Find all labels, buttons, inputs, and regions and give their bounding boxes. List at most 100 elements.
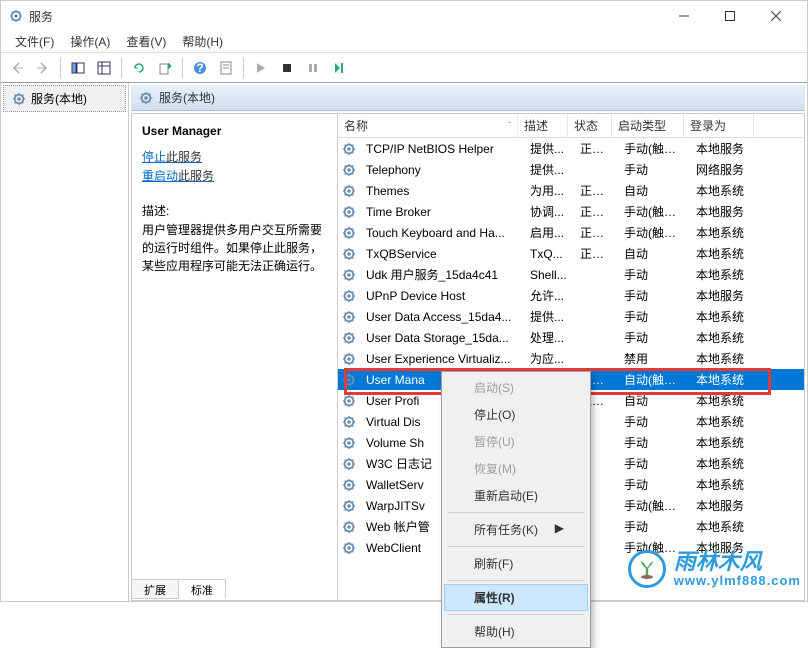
cell-logon: 本地系统 bbox=[690, 350, 760, 367]
pause-service-button[interactable] bbox=[301, 56, 325, 80]
forward-button[interactable] bbox=[31, 56, 55, 80]
table-row[interactable]: TCP/IP NetBIOS Helper提供...正在...手动(触发...本… bbox=[338, 138, 804, 159]
table-row[interactable]: User Experience Virtualiz...为应... 禁用本地系统 bbox=[338, 348, 804, 369]
back-button[interactable] bbox=[5, 56, 29, 80]
watermark-icon bbox=[628, 550, 666, 588]
cell-desc: 协调... bbox=[524, 203, 574, 220]
cell-startup: 手动 bbox=[618, 518, 690, 535]
menubar: 文件(F) 操作(A) 查看(V) 帮助(H) bbox=[1, 31, 807, 53]
start-service-button[interactable] bbox=[249, 56, 273, 80]
menu-view[interactable]: 查看(V) bbox=[118, 31, 174, 52]
cell-status: 正在... bbox=[574, 182, 618, 199]
table-row[interactable]: User Data Access_15da4...提供...手动本地系统 bbox=[338, 306, 804, 327]
gear-icon bbox=[342, 268, 356, 282]
sort-icon: ˇ bbox=[508, 121, 511, 130]
cell-startup: 手动(触发... bbox=[618, 497, 690, 514]
cell-logon: 本地系统 bbox=[690, 371, 760, 388]
cm-restart[interactable]: 重新启动(E) bbox=[444, 482, 588, 509]
cell-desc: 提供... bbox=[524, 308, 574, 325]
cell-startup: 手动 bbox=[618, 266, 690, 283]
gear-icon bbox=[342, 184, 356, 198]
col-desc[interactable]: 描述 bbox=[518, 114, 568, 137]
table-row[interactable]: UPnP Device Host允许...手动本地服务 bbox=[338, 285, 804, 306]
refresh-button[interactable] bbox=[127, 56, 151, 80]
cell-logon: 本地系统 bbox=[690, 518, 760, 535]
cm-resume: 恢复(M) bbox=[444, 455, 588, 482]
cm-start: 启动(S) bbox=[444, 374, 588, 401]
minimize-button[interactable] bbox=[661, 1, 707, 31]
table-row[interactable]: Telephony提供...手动网络服务 bbox=[338, 159, 804, 180]
content-header: 服务(本地) bbox=[131, 85, 805, 111]
table-row[interactable]: User Data Storage_15da...处理...手动本地系统 bbox=[338, 327, 804, 348]
cell-startup: 手动(触发... bbox=[618, 140, 690, 157]
cell-name: User Data Access_15da4... bbox=[360, 310, 524, 324]
cell-logon: 本地系统 bbox=[690, 266, 760, 283]
gear-icon bbox=[342, 163, 356, 177]
cell-startup: 手动 bbox=[618, 434, 690, 451]
desc-label: 描述: bbox=[142, 202, 327, 219]
col-logon[interactable]: 登录为 bbox=[684, 114, 754, 137]
cell-desc: 提供... bbox=[524, 140, 574, 157]
gear-icon bbox=[342, 478, 356, 492]
cm-help[interactable]: 帮助(H) bbox=[444, 618, 588, 645]
content-header-title: 服务(本地) bbox=[159, 89, 215, 106]
menu-help[interactable]: 帮助(H) bbox=[174, 31, 231, 52]
gear-icon bbox=[342, 394, 356, 408]
show-hide-tree-button[interactable] bbox=[66, 56, 90, 80]
help-button[interactable]: ? bbox=[188, 56, 212, 80]
cell-desc: 允许... bbox=[524, 287, 574, 304]
stop-service-link[interactable]: 停止此服务 bbox=[142, 148, 327, 167]
cell-desc: 提供... bbox=[524, 161, 574, 178]
menu-action[interactable]: 操作(A) bbox=[62, 31, 118, 52]
cell-name: User Experience Virtualiz... bbox=[360, 352, 524, 366]
cell-startup: 手动 bbox=[618, 455, 690, 472]
cell-desc: 为应... bbox=[524, 350, 574, 367]
cell-logon: 本地服务 bbox=[690, 287, 760, 304]
menu-file[interactable]: 文件(F) bbox=[7, 31, 62, 52]
table-row[interactable]: TxQBServiceTxQ...正在...自动本地系统 bbox=[338, 243, 804, 264]
cell-startup: 禁用 bbox=[618, 350, 690, 367]
cell-startup: 自动(触发... bbox=[618, 371, 690, 388]
cell-logon: 本地系统 bbox=[690, 182, 760, 199]
restart-service-link[interactable]: 重启动此服务 bbox=[142, 167, 327, 186]
col-name[interactable]: 名称ˇ bbox=[338, 114, 518, 137]
gear-icon bbox=[342, 373, 356, 387]
gear-icon bbox=[342, 457, 356, 471]
restart-service-button[interactable] bbox=[327, 56, 351, 80]
properties-button[interactable] bbox=[214, 56, 238, 80]
watermark-title: 雨林木风 bbox=[674, 551, 801, 573]
table-header: 名称ˇ 描述 状态 启动类型 登录为 bbox=[338, 114, 804, 138]
cell-logon: 本地系统 bbox=[690, 413, 760, 430]
details-button[interactable] bbox=[92, 56, 116, 80]
table-row[interactable]: Touch Keyboard and Ha...启用...正在...手动(触发.… bbox=[338, 222, 804, 243]
cell-startup: 手动(触发... bbox=[618, 224, 690, 241]
close-button[interactable] bbox=[753, 1, 799, 31]
export-button[interactable] bbox=[153, 56, 177, 80]
cm-refresh[interactable]: 刷新(F) bbox=[444, 550, 588, 577]
col-startup[interactable]: 启动类型 bbox=[612, 114, 684, 137]
maximize-button[interactable] bbox=[707, 1, 753, 31]
context-menu: 启动(S) 停止(O) 暂停(U) 恢复(M) 重新启动(E) 所有任务(K)▶… bbox=[441, 371, 591, 648]
table-row[interactable]: Time Broker协调...正在...手动(触发...本地服务 bbox=[338, 201, 804, 222]
cell-name: TCP/IP NetBIOS Helper bbox=[360, 142, 524, 156]
cell-logon: 本地系统 bbox=[690, 476, 760, 493]
cell-logon: 本地服务 bbox=[690, 497, 760, 514]
col-status[interactable]: 状态 bbox=[568, 114, 612, 137]
tab-extended[interactable]: 扩展 bbox=[131, 579, 179, 599]
cell-desc: 启用... bbox=[524, 224, 574, 241]
cm-properties[interactable]: 属性(R) bbox=[444, 584, 588, 611]
cm-stop[interactable]: 停止(O) bbox=[444, 401, 588, 428]
table-row[interactable]: Udk 用户服务_15da4c41Shell...手动本地系统 bbox=[338, 264, 804, 285]
cell-status: 正在... bbox=[574, 140, 618, 157]
tree-item-services-local[interactable]: 服务(本地) bbox=[3, 85, 126, 112]
cell-name: Telephony bbox=[360, 163, 524, 177]
cell-status: 正在... bbox=[574, 245, 618, 262]
tab-standard[interactable]: 标准 bbox=[178, 579, 226, 599]
table-row[interactable]: Themes为用...正在...自动本地系统 bbox=[338, 180, 804, 201]
gear-icon bbox=[342, 247, 356, 261]
stop-service-button[interactable] bbox=[275, 56, 299, 80]
gear-icon bbox=[342, 520, 356, 534]
cm-all-tasks[interactable]: 所有任务(K)▶ bbox=[444, 516, 588, 543]
cell-status: 正在... bbox=[574, 203, 618, 220]
gear-icon bbox=[342, 310, 356, 324]
